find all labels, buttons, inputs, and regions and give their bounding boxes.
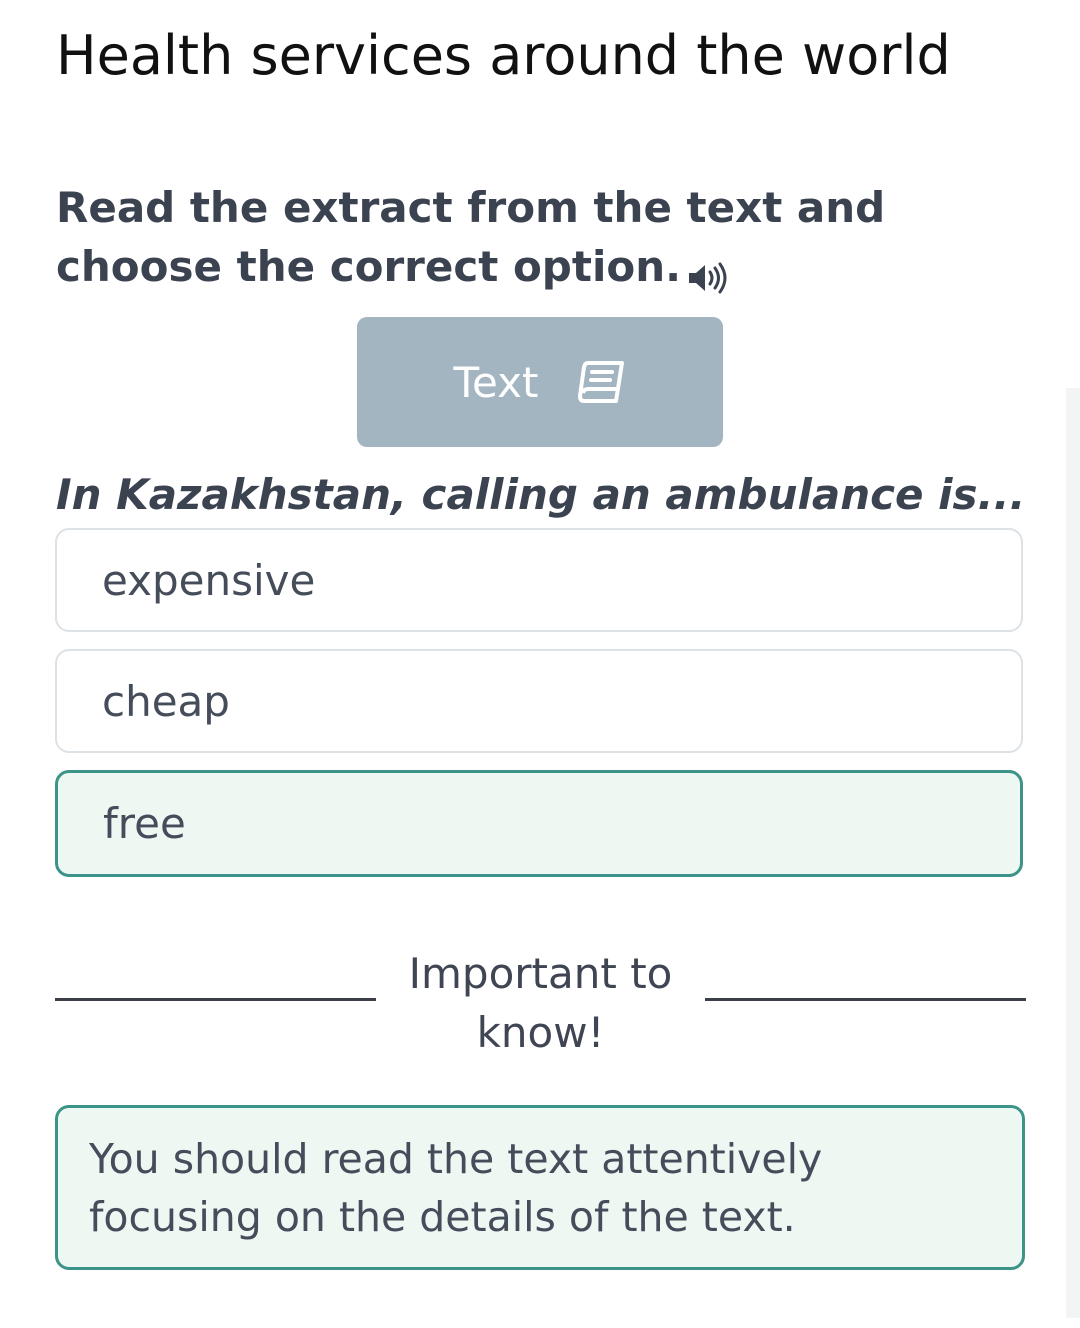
answer-option-expensive[interactable]: expensive (55, 528, 1023, 632)
page-title: Health services around the world (56, 24, 951, 87)
important-heading: Important to know! (408, 949, 673, 1057)
answer-option-free[interactable]: free (55, 770, 1023, 877)
task-instruction: Read the extract from the text and choos… (56, 178, 1016, 296)
divider-right (705, 998, 1026, 1001)
question-prompt: In Kazakhstan, calling an ambulance is..… (56, 470, 1026, 519)
book-icon (578, 359, 626, 405)
speaker-icon[interactable] (687, 250, 729, 293)
divider-left (55, 998, 376, 1001)
answer-option-label: free (103, 799, 186, 848)
answer-option-cheap[interactable]: cheap (55, 649, 1023, 753)
scrollbar-track[interactable] (1066, 388, 1080, 1318)
open-text-button-label: Text (453, 357, 539, 407)
answer-option-label: expensive (102, 555, 316, 605)
open-text-button[interactable]: Text (357, 317, 723, 447)
answer-option-label: cheap (102, 676, 230, 726)
important-note: You should read the text attentively foc… (55, 1105, 1025, 1270)
exercise-page: Health services around the world Read th… (0, 0, 1080, 1328)
task-instruction-text: Read the extract from the text and choos… (56, 183, 886, 291)
